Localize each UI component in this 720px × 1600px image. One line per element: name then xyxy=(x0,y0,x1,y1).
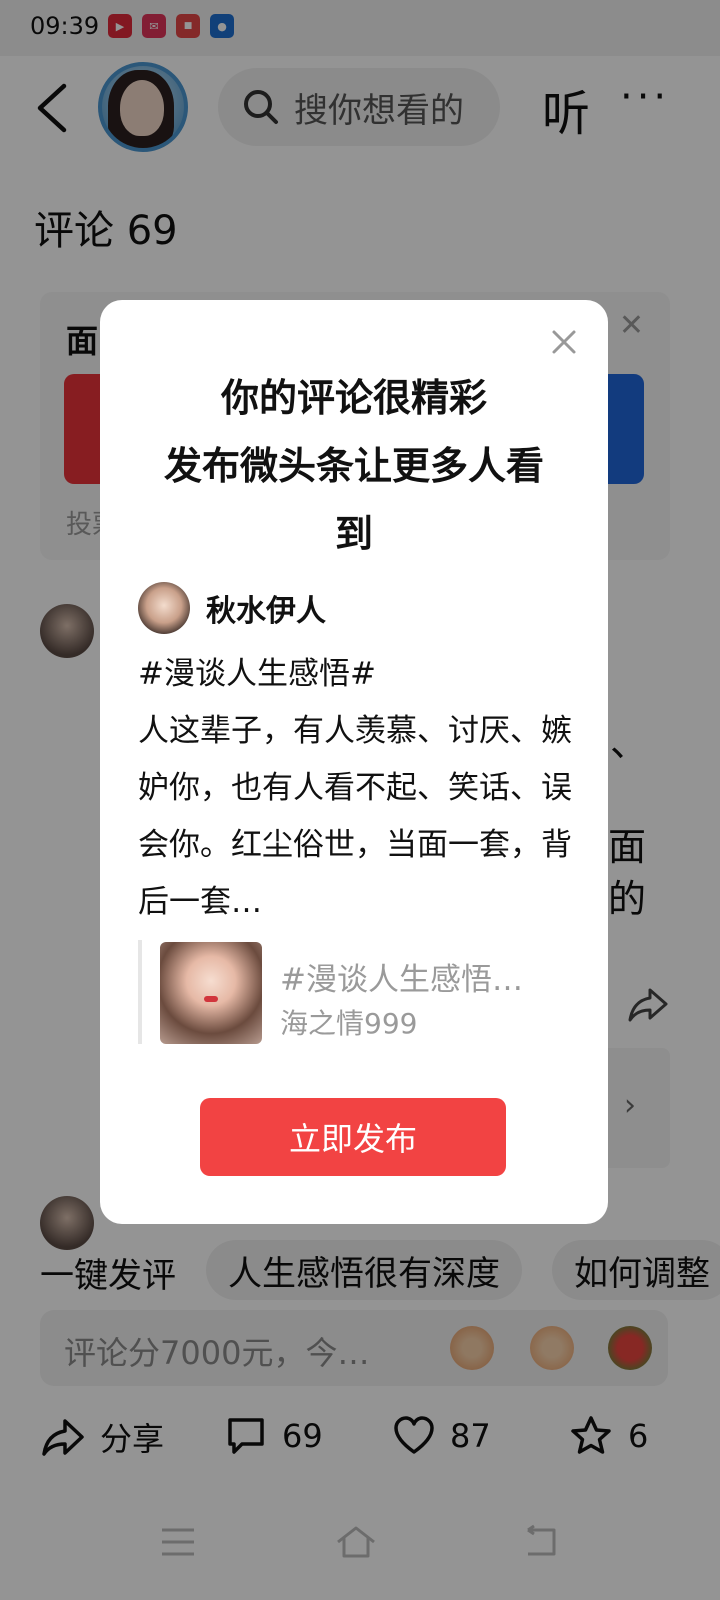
publish-prompt-modal: 你的评论很精彩 发布微头条让更多人看 到 秋水伊人 #漫谈人生感悟# 人这辈子，… xyxy=(100,300,608,1224)
post-author: 秋水伊人 xyxy=(138,582,326,634)
modal-title-line: 你的评论很精彩 xyxy=(220,376,487,420)
modal-title-line: 发布微头条让更多人看 xyxy=(163,444,544,488)
quoted-article-title: #漫谈人生感悟… xyxy=(280,962,523,998)
thumbnail-detail xyxy=(204,996,218,1002)
quoted-article-author: 海之情999 xyxy=(280,1007,418,1040)
close-icon[interactable] xyxy=(550,328,578,356)
avatar xyxy=(138,582,190,634)
post-preview: #漫谈人生感悟# 人这辈子，有人羡慕、讨厌、嫉妒你，也有人看不起、笑话、误会你。… xyxy=(138,646,578,931)
post-topic: #漫谈人生感悟# xyxy=(138,656,376,692)
username: 秋水伊人 xyxy=(206,594,326,629)
modal-title-line: 到 xyxy=(334,512,373,556)
article-thumbnail xyxy=(160,942,262,1044)
modal-title: 你的评论很精彩 发布微头条让更多人看 到 xyxy=(130,364,578,568)
quoted-article: #漫谈人生感悟… 海之情999 xyxy=(138,940,568,1044)
post-body: 人这辈子，有人羡慕、讨厌、嫉妒你，也有人看不起、笑话、误会你。红尘俗世，当面一套… xyxy=(138,713,572,920)
publish-now-button[interactable]: 立即发布 xyxy=(200,1098,506,1176)
